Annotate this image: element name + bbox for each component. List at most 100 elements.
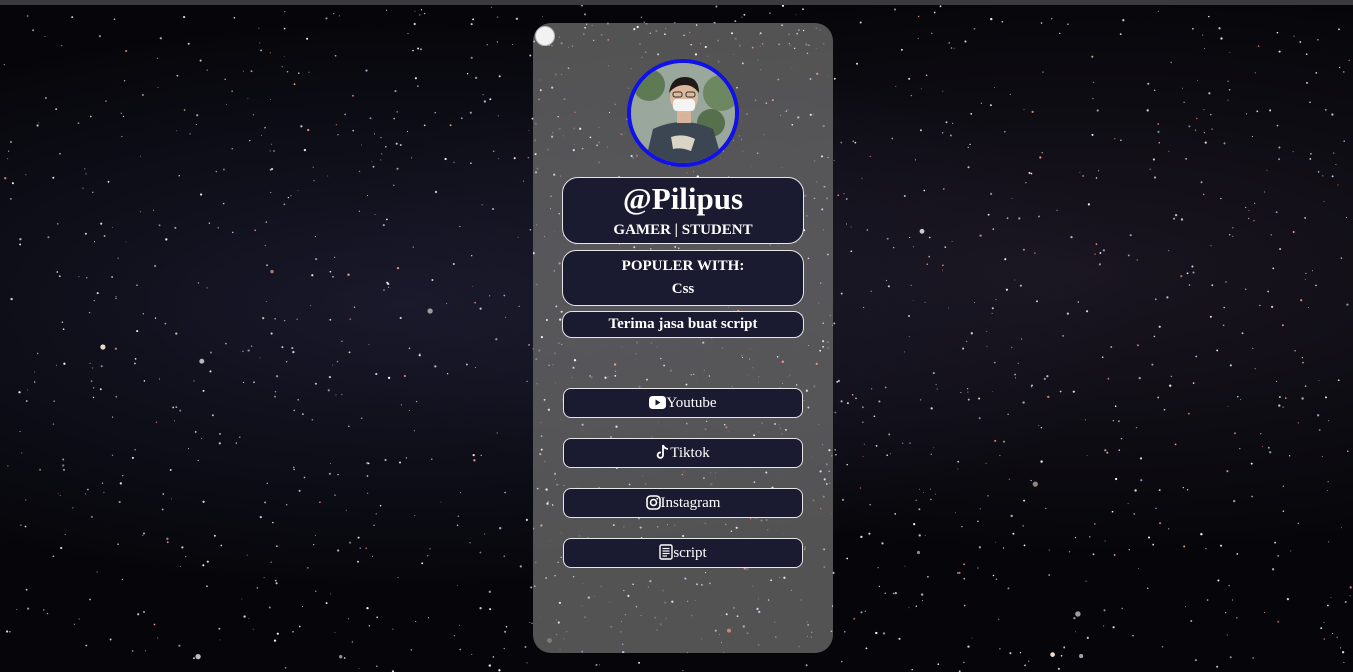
star [178,175,180,177]
star [821,444,823,446]
star [1279,247,1282,251]
script-link-button[interactable]: script [563,538,803,568]
star [725,613,728,616]
star [1228,234,1231,236]
star [607,39,609,41]
star [674,245,677,248]
star [741,62,744,65]
star [134,362,136,365]
star [541,15,543,17]
star [185,556,187,558]
star [1289,455,1291,457]
star [46,612,49,615]
star [583,33,585,35]
star [939,5,942,8]
star [429,548,431,550]
star [604,376,607,379]
star [1331,175,1334,178]
star [352,129,355,132]
star [1328,420,1330,422]
star [624,614,626,616]
star [555,479,556,481]
star [224,78,226,81]
star [1008,478,1011,481]
star [115,297,117,300]
star [798,29,800,31]
star [958,571,961,574]
instagram-link-button[interactable]: Instagram [563,488,803,518]
star [1086,310,1089,313]
star [84,493,86,495]
star [572,148,575,152]
star [1248,217,1250,220]
star [471,653,473,655]
star [397,576,399,578]
star [743,13,746,16]
star [335,394,337,396]
star [1306,81,1308,84]
star [243,615,246,618]
star [960,391,962,394]
star [351,641,354,643]
star [260,134,262,136]
star [143,532,145,535]
star [1275,380,1278,383]
star [120,112,122,114]
star [213,534,216,537]
star [63,469,65,471]
star [553,270,555,272]
star [58,275,61,278]
youtube-link-button[interactable]: Youtube [563,388,803,418]
star [19,243,22,246]
tiktok-link-button[interactable]: Tiktok [563,438,803,468]
star [1341,651,1345,654]
star [382,224,385,227]
star [18,391,21,394]
star [995,541,997,543]
star [622,651,625,653]
star [793,47,796,50]
star [657,53,660,56]
star [25,499,27,501]
star [1067,23,1069,25]
star [1336,636,1339,639]
star [638,661,641,664]
star [951,122,954,125]
star [978,417,981,420]
star [1227,405,1229,407]
star [25,174,27,176]
star [790,589,792,591]
star [403,374,406,378]
star [1133,513,1135,515]
star [933,447,935,449]
star [572,575,575,578]
theme-toggle-button[interactable] [535,26,555,46]
star [1338,28,1340,31]
star [314,590,317,593]
star [692,171,694,173]
star [115,296,117,298]
star [583,13,587,16]
star [1188,125,1191,128]
star [808,44,810,46]
star [986,330,988,332]
star [250,345,253,347]
star [1009,93,1011,95]
star [919,129,922,132]
star [121,135,123,138]
star [967,391,969,393]
star [1348,59,1350,62]
star [379,504,382,507]
star [226,103,227,105]
star [484,533,486,535]
star [1304,217,1306,219]
star [1113,554,1116,556]
star [285,360,288,363]
star [231,148,233,150]
star [809,78,812,80]
star [153,209,155,211]
star [1114,405,1117,408]
star [930,407,933,410]
star [1158,489,1161,492]
star [615,425,618,428]
